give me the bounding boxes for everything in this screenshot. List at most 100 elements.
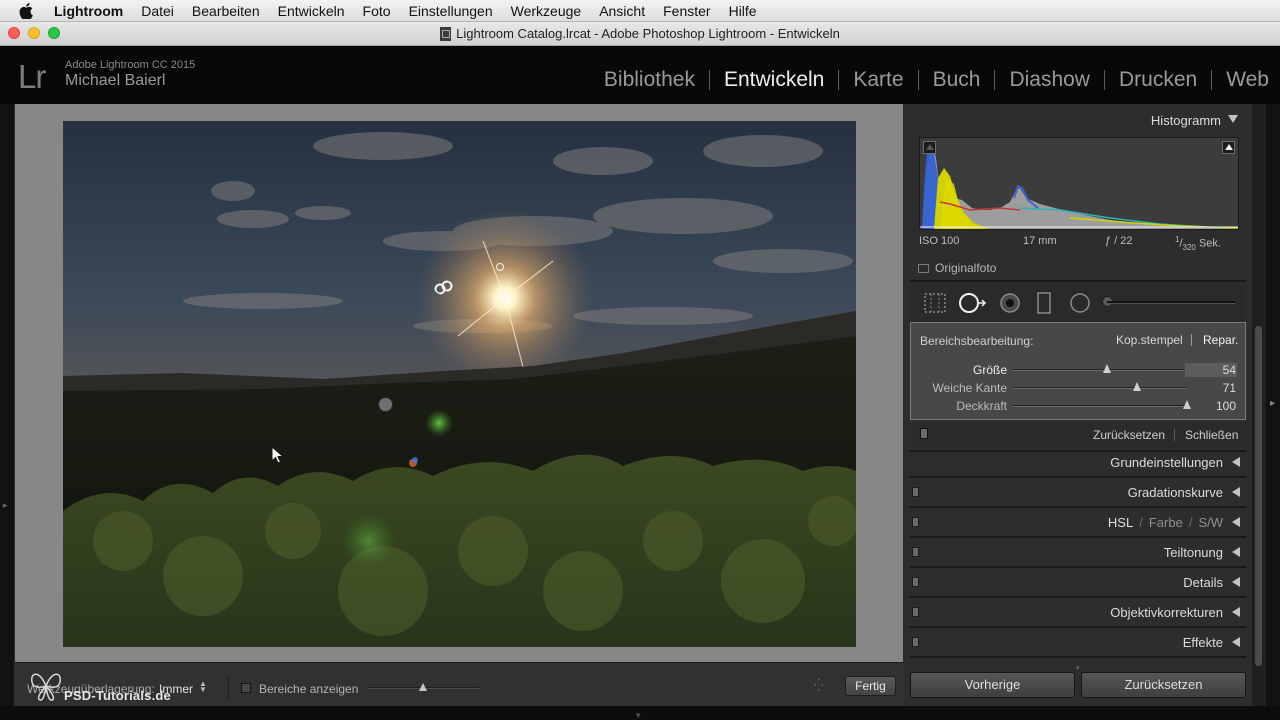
- panel-header-split-toning[interactable]: Teiltonung: [910, 538, 1246, 565]
- panel-toggle-switch[interactable]: [912, 487, 919, 497]
- panel-divider: [910, 280, 1246, 282]
- mode-heal-button[interactable]: Repar.: [1203, 333, 1238, 347]
- red-eye-icon[interactable]: [998, 292, 1022, 314]
- hsl-tab[interactable]: HSL: [1108, 515, 1133, 530]
- expand-triangle-icon[interactable]: [1232, 547, 1240, 557]
- panel-toggle-switch[interactable]: [912, 607, 919, 617]
- module-buch[interactable]: Buch: [919, 68, 995, 92]
- slider-feather-track[interactable]: [1013, 387, 1187, 389]
- panel-toggle-switch[interactable]: [912, 547, 919, 557]
- menu-ansicht[interactable]: Ansicht: [599, 3, 645, 19]
- lightroom-logo: Lr: [18, 58, 46, 95]
- slider-feather[interactable]: Weiche Kante 71: [911, 380, 1247, 396]
- menu-hilfe[interactable]: Hilfe: [729, 3, 757, 19]
- menu-lightroom[interactable]: Lightroom: [54, 3, 123, 19]
- menu-entwickeln[interactable]: Entwickeln: [278, 3, 345, 19]
- spot-reset-button[interactable]: Zurücksetzen: [1093, 428, 1165, 442]
- color-tab[interactable]: Farbe: [1149, 515, 1183, 530]
- slider-size-value[interactable]: 54: [1185, 363, 1237, 377]
- expand-triangle-icon[interactable]: [1232, 487, 1240, 497]
- panel-header-lens[interactable]: Objektivkorrekturen: [910, 598, 1246, 625]
- show-areas-label: Bereiche anzeigen: [259, 682, 359, 696]
- slider-size-thumb[interactable]: [1102, 364, 1111, 373]
- expand-triangle-icon[interactable]: [1232, 457, 1240, 467]
- panel-header-effects[interactable]: Effekte: [910, 628, 1246, 655]
- close-window-icon[interactable]: [8, 27, 20, 39]
- panel-header-histogram[interactable]: Histogramm: [910, 106, 1246, 133]
- original-photo-toggle[interactable]: Originalfoto: [918, 261, 996, 275]
- module-drucken[interactable]: Drucken: [1105, 68, 1211, 92]
- expand-left-panel-icon[interactable]: ▸: [3, 500, 8, 511]
- menu-einstellungen[interactable]: Einstellungen: [409, 3, 493, 19]
- right-panel-edge[interactable]: ▸: [1266, 104, 1280, 706]
- left-panel-collapsed[interactable]: ▸: [0, 104, 14, 720]
- panel-resize-grip-icon[interactable]: ▾: [1076, 664, 1080, 672]
- photo-image[interactable]: [63, 121, 856, 647]
- overlay-stepper-icon[interactable]: ▲ ▼: [199, 680, 207, 694]
- bw-tab[interactable]: S/W: [1198, 515, 1223, 530]
- crop-overlay-icon[interactable]: [923, 292, 947, 314]
- right-panel-scrollbar[interactable]: [1252, 104, 1266, 706]
- spot-removal-toggle-switch[interactable]: [920, 428, 928, 439]
- photo-canvas[interactable]: [14, 104, 904, 662]
- slider-opacity[interactable]: Deckkraft 100: [911, 398, 1247, 414]
- expand-triangle-icon[interactable]: [1232, 517, 1240, 527]
- spot-close-button[interactable]: Schließen: [1185, 428, 1238, 442]
- spot-source-pin[interactable]: [434, 280, 454, 295]
- collapse-triangle-icon[interactable]: [1228, 115, 1238, 123]
- menu-werkzeuge[interactable]: Werkzeuge: [511, 3, 582, 19]
- minimize-window-icon[interactable]: [28, 27, 40, 39]
- panel-header-basic[interactable]: Grundeinstellungen: [910, 448, 1246, 475]
- panel-toggle-switch[interactable]: [912, 517, 919, 527]
- scrollbar-thumb[interactable]: [1255, 326, 1262, 666]
- module-picker: Bibliothek Entwickeln Karte Buch Diashow…: [590, 68, 1280, 92]
- menu-foto[interactable]: Foto: [363, 3, 391, 19]
- menu-fenster[interactable]: Fenster: [663, 3, 710, 19]
- fullscreen-window-icon[interactable]: [48, 27, 60, 39]
- panel-header-hsl[interactable]: HSL / Farbe / S/W: [910, 508, 1246, 535]
- reset-button[interactable]: Zurücksetzen: [1081, 672, 1246, 698]
- expand-filmstrip-icon[interactable]: ▾: [636, 710, 641, 720]
- slider-feather-thumb[interactable]: [1132, 382, 1141, 391]
- graduated-filter-icon[interactable]: [1032, 292, 1056, 314]
- module-entwickeln[interactable]: Entwickeln: [710, 68, 838, 92]
- mode-clone-button[interactable]: Kop.stempel: [1116, 333, 1183, 347]
- slider-opacity-track[interactable]: [1013, 405, 1187, 407]
- panel-toggle-switch[interactable]: [912, 637, 919, 647]
- panel-header-detail[interactable]: Details: [910, 568, 1246, 595]
- spot-pin-inactive[interactable]: [378, 397, 393, 412]
- mode-separator: [1191, 334, 1192, 346]
- radial-filter-icon[interactable]: [1068, 292, 1092, 314]
- psd-tutorials-watermark: PSD-Tutorials.de: [28, 666, 178, 706]
- expand-triangle-icon[interactable]: [1232, 577, 1240, 587]
- module-bibliothek[interactable]: Bibliothek: [590, 68, 709, 92]
- panel-toggle-switch[interactable]: [912, 577, 919, 587]
- slider-feather-value[interactable]: 71: [1185, 381, 1237, 395]
- slider-size[interactable]: Größe 54: [911, 362, 1247, 378]
- panel-header-tone-curve[interactable]: Gradationskurve: [910, 478, 1246, 505]
- menu-bearbeiten[interactable]: Bearbeiten: [192, 3, 260, 19]
- menu-datei[interactable]: Datei: [141, 3, 174, 19]
- apple-menu-icon[interactable]: [19, 2, 41, 19]
- brush-amount-slider[interactable]: [1107, 301, 1235, 304]
- collapse-right-panel-icon[interactable]: ▸: [1270, 398, 1275, 409]
- expand-triangle-icon[interactable]: [1232, 637, 1240, 647]
- slider-opacity-value[interactable]: 100: [1185, 399, 1237, 413]
- footer-separator: [1174, 429, 1175, 441]
- previous-button[interactable]: Vorherige: [910, 672, 1075, 698]
- expand-triangle-icon[interactable]: [1232, 607, 1240, 617]
- done-button[interactable]: Fertig: [845, 676, 896, 696]
- module-diashow[interactable]: Diashow: [995, 68, 1104, 92]
- filmstrip-collapsed[interactable]: ▾: [0, 706, 1280, 720]
- histogram-graph[interactable]: [919, 137, 1239, 230]
- shadow-clipping-icon[interactable]: [923, 141, 936, 154]
- visualize-slider-thumb[interactable]: [419, 683, 427, 691]
- slider-size-track[interactable]: [1013, 369, 1187, 371]
- highlight-clipping-icon[interactable]: [1222, 141, 1235, 154]
- module-karte[interactable]: Karte: [839, 68, 917, 92]
- spot-removal-icon[interactable]: [958, 292, 988, 314]
- show-areas-checkbox[interactable]: [241, 683, 251, 693]
- module-web[interactable]: Web: [1212, 68, 1280, 92]
- original-photo-checkbox[interactable]: [918, 264, 929, 273]
- spot-target-pin[interactable]: [496, 263, 504, 271]
